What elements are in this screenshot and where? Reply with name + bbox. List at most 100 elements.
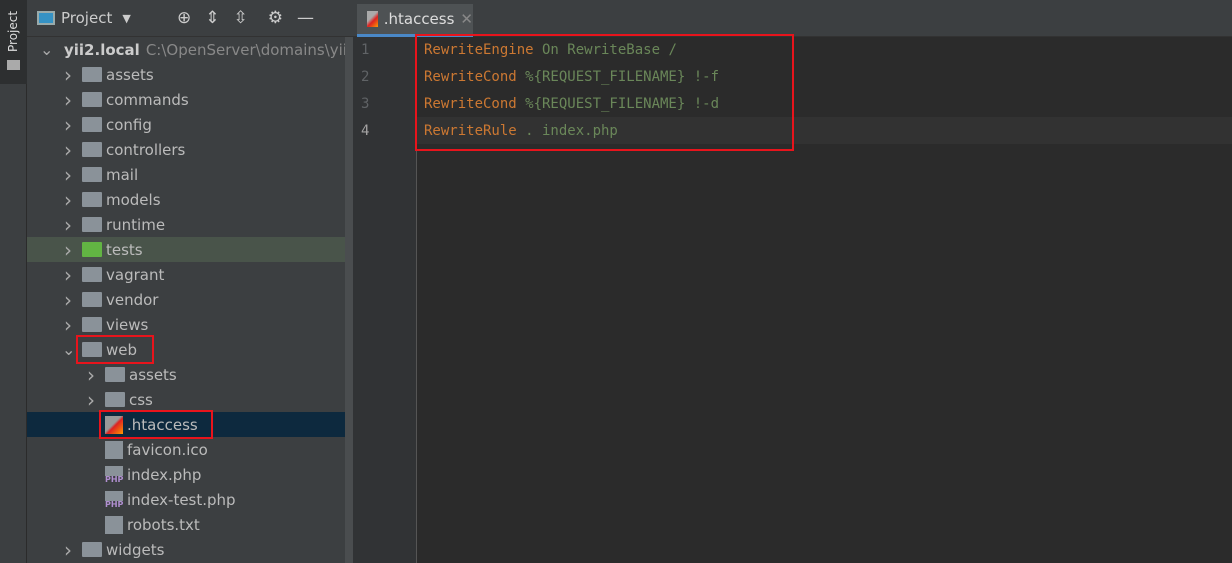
editor-tab-bar: .htaccess ✕: [353, 0, 1232, 37]
chevron-right-icon[interactable]: ›: [62, 263, 74, 287]
chevron-right-icon[interactable]: ›: [85, 388, 97, 412]
line-number: 1: [361, 42, 370, 58]
text-file-icon: [105, 515, 123, 534]
chevron-right-icon[interactable]: ›: [62, 113, 74, 137]
tree-item[interactable]: › vagrant: [27, 262, 353, 287]
folder-icon: [82, 242, 102, 257]
project-path: C:\OpenServer\domains\yii2: [145, 40, 353, 59]
tree-item-label: assets: [129, 365, 177, 384]
folder-icon: [82, 142, 102, 157]
apache-file-icon: [367, 11, 378, 27]
tree-item-label: runtime: [106, 215, 166, 234]
tree-scrollbar[interactable]: [345, 37, 353, 563]
gear-icon[interactable]: ⚙: [268, 8, 283, 28]
tree-item[interactable]: › vendor: [27, 287, 353, 312]
tab-htaccess[interactable]: .htaccess ✕: [357, 4, 473, 37]
project-view-selector[interactable]: Project: [61, 9, 112, 27]
folder-icon: [105, 367, 125, 382]
tree-item[interactable]: ⌄ yii2.local C:\OpenServer\domains\yii2: [27, 37, 353, 62]
folder-icon: [105, 392, 125, 407]
tree-item[interactable]: › controllers: [27, 137, 353, 162]
folder-icon: [82, 167, 102, 182]
code-highlight-box: [415, 34, 794, 151]
tree-item-label: views: [106, 315, 149, 334]
tree-item[interactable]: › tests: [27, 237, 353, 262]
chevron-right-icon[interactable]: ›: [62, 238, 74, 262]
chevron-right-icon[interactable]: ›: [62, 188, 74, 212]
tree-item-label: css: [129, 390, 153, 409]
tool-window-strip: Project: [0, 0, 27, 563]
chevron-down-icon[interactable]: ▼: [122, 12, 130, 25]
chevron-down-icon[interactable]: ⌄: [62, 340, 75, 359]
tree-item-label: yii2.local: [64, 40, 140, 59]
chevron-right-icon[interactable]: ›: [62, 88, 74, 112]
project-tool-label: Project: [6, 10, 20, 52]
tree-item-label: commands: [106, 90, 189, 109]
chevron-right-icon[interactable]: ›: [62, 288, 74, 312]
folder-icon: [82, 67, 102, 82]
tree-item[interactable]: › models: [27, 187, 353, 212]
folder-icon: [82, 217, 102, 232]
chevron-right-icon[interactable]: ›: [85, 363, 97, 387]
project-view-icon: [37, 11, 55, 25]
folder-icon: [82, 542, 102, 557]
tab-label: .htaccess: [383, 10, 455, 28]
image-file-icon: [105, 440, 123, 459]
close-icon[interactable]: ✕: [460, 10, 473, 28]
php-file-icon: PHP: [105, 490, 123, 509]
project-tool-tab[interactable]: Project: [0, 0, 27, 84]
chevron-right-icon[interactable]: ›: [62, 313, 74, 337]
tree-item-label: assets: [106, 65, 154, 84]
tree-item-label: tests: [106, 240, 143, 259]
chevron-right-icon[interactable]: ›: [62, 138, 74, 162]
tree-item[interactable]: › assets: [27, 62, 353, 87]
tree-item-label: index-test.php: [127, 490, 236, 509]
tree-highlight-box: [76, 335, 154, 364]
tree-item-label: vendor: [106, 290, 159, 309]
tree-item[interactable]: › commands: [27, 87, 353, 112]
chevron-right-icon[interactable]: ›: [62, 213, 74, 237]
php-file-icon: PHP: [105, 465, 123, 484]
line-number: 4: [361, 123, 370, 139]
tree-item[interactable]: › assets: [27, 362, 353, 387]
chevron-right-icon[interactable]: ›: [62, 63, 74, 87]
tree-item[interactable]: › css: [27, 387, 353, 412]
project-panel-header: Project ▼ ⊕ ⇕ ⇳ ⚙ —: [27, 0, 353, 37]
line-number: 2: [361, 69, 370, 85]
folder-icon: [82, 117, 102, 132]
tree-item-label: favicon.ico: [127, 440, 208, 459]
tree-item[interactable]: PHP index.php: [27, 462, 353, 487]
tree-item[interactable]: › widgets: [27, 537, 353, 562]
line-number: 3: [361, 96, 370, 112]
tree-item-label: widgets: [106, 540, 165, 559]
tree-item-label: vagrant: [106, 265, 165, 284]
folder-icon: [82, 267, 102, 282]
tree-item-label: models: [106, 190, 161, 209]
tree-item[interactable]: › runtime: [27, 212, 353, 237]
line-gutter: 1 2 3 4: [353, 37, 417, 563]
chevron-down-icon[interactable]: ⌄: [40, 40, 53, 59]
expand-all-icon[interactable]: ⇕: [205, 8, 219, 28]
folder-icon: [82, 192, 102, 207]
folder-icon: [82, 292, 102, 307]
tree-item[interactable]: PHP index-test.php: [27, 487, 353, 512]
folder-icon: [82, 317, 102, 332]
tree-item[interactable]: favicon.ico: [27, 437, 353, 462]
tree-highlight-box: [99, 410, 213, 439]
tree-item[interactable]: robots.txt: [27, 512, 353, 537]
minimize-icon[interactable]: —: [297, 8, 314, 28]
folder-icon: [7, 60, 20, 70]
chevron-right-icon[interactable]: ›: [62, 538, 74, 562]
tree-item[interactable]: › mail: [27, 162, 353, 187]
collapse-all-icon[interactable]: ⇳: [234, 8, 248, 28]
chevron-right-icon[interactable]: ›: [62, 163, 74, 187]
locate-icon[interactable]: ⊕: [177, 8, 191, 28]
tree-item-label: controllers: [106, 140, 186, 159]
tree-item-label: index.php: [127, 465, 202, 484]
tree-item[interactable]: › views: [27, 312, 353, 337]
tree-item-label: config: [106, 115, 152, 134]
tree-item-label: robots.txt: [127, 515, 200, 534]
tree-item[interactable]: › config: [27, 112, 353, 137]
folder-icon: [82, 92, 102, 107]
project-panel: Project ▼ ⊕ ⇕ ⇳ ⚙ — ⌄ yii2.local C:\OpenSe…: [27, 0, 353, 563]
